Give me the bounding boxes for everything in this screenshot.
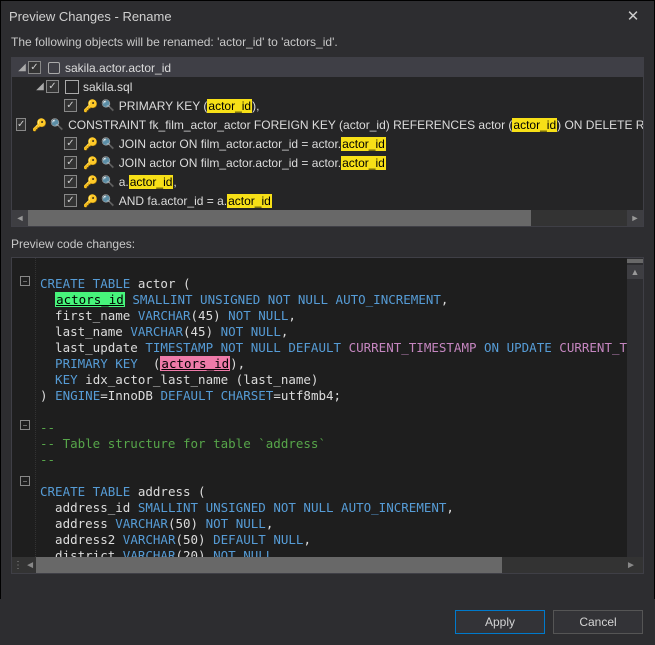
tree-text: JOIN actor ON film_actor.actor_id = acto… — [119, 156, 386, 170]
scroll-left-icon[interactable]: ◄ — [12, 210, 28, 226]
reference-icon: 🔑 — [32, 118, 46, 132]
magnifier-icon: 🔍 — [101, 99, 115, 112]
tree-text: a.actor_id, — [119, 175, 177, 189]
tree-text: AND fa.actor_id = a.actor_id — [119, 194, 272, 208]
reference-icon: 🔑 — [83, 175, 97, 189]
code-horizontal-scrollbar[interactable]: ⋮◄ ► — [12, 557, 643, 573]
button-bar: Apply Cancel — [0, 599, 655, 645]
checkbox[interactable]: ✓ — [46, 80, 59, 93]
tree-item[interactable]: ✓ 🔑 🔍 a.actor_id, — [12, 172, 643, 191]
preview-label: Preview code changes: — [1, 227, 654, 255]
tree-text: PRIMARY KEY (actor_id), — [119, 99, 260, 113]
tree-label: sakila.actor.actor_id — [65, 61, 171, 75]
magnifier-icon: 🔍 — [101, 137, 115, 150]
reference-icon: 🔑 — [83, 156, 97, 170]
chevron-down-icon[interactable]: ◢ — [34, 81, 46, 92]
tree-item[interactable]: ✓ 🔑 🔍 PRIMARY KEY (actor_id), — [12, 96, 643, 115]
tree-scroll[interactable]: ◢ ✓ sakila.actor.actor_id ◢ ✓ sakila.sql… — [12, 58, 643, 212]
scroll-right-icon[interactable]: ► — [627, 210, 643, 226]
tree-label: sakila.sql — [83, 80, 132, 94]
tree-item[interactable]: ✓ 🔑 🔍 JOIN actor ON film_actor.actor_id = a… — [12, 153, 643, 172]
column-icon — [47, 61, 61, 75]
code-editor[interactable]: CREATE TABLE actor ( actors_id SMALLINT … — [36, 258, 627, 573]
checkbox[interactable]: ✓ — [64, 156, 77, 169]
checkbox[interactable]: ✓ — [16, 118, 26, 131]
rename-message: The following objects will be renamed: '… — [1, 31, 654, 55]
checkbox[interactable]: ✓ — [28, 61, 41, 74]
split-handle-icon[interactable] — [627, 259, 643, 263]
tree-file[interactable]: ◢ ✓ sakila.sql — [12, 77, 643, 96]
reference-icon: 🔑 — [83, 99, 97, 113]
tree-item[interactable]: ✓ 🔑 🔍 AND fa.actor_id = a.actor_id — [12, 191, 643, 210]
titlebar: Preview Changes - Rename ✕ — [1, 1, 654, 31]
fold-icon[interactable]: − — [20, 420, 30, 430]
cancel-button[interactable]: Cancel — [553, 610, 643, 634]
magnifier-icon: 🔍 — [50, 118, 64, 131]
magnifier-icon: 🔍 — [101, 175, 115, 188]
fold-icon[interactable]: − — [20, 476, 30, 486]
changes-tree: ◢ ✓ sakila.actor.actor_id ◢ ✓ sakila.sql… — [11, 57, 644, 227]
close-icon[interactable]: ✕ — [620, 6, 646, 26]
code-vertical-scrollbar[interactable]: ▲ ▼ — [627, 258, 643, 573]
reference-icon: 🔑 — [83, 194, 97, 208]
tree-root[interactable]: ◢ ✓ sakila.actor.actor_id — [12, 58, 643, 77]
tree-text: JOIN actor ON film_actor.actor_id = acto… — [119, 137, 386, 151]
reference-icon: 🔑 — [83, 137, 97, 151]
fold-icon[interactable]: − — [20, 276, 30, 286]
scroll-up-icon[interactable]: ▲ — [627, 265, 643, 279]
checkbox[interactable]: ✓ — [64, 175, 77, 188]
checkbox[interactable]: ✓ — [64, 99, 77, 112]
tree-item[interactable]: ✓ 🔑 🔍 JOIN actor ON film_actor.actor_id = a… — [12, 134, 643, 153]
code-gutter: − − − — [12, 258, 36, 573]
checkbox[interactable]: ✓ — [64, 194, 77, 207]
magnifier-icon: 🔍 — [101, 194, 115, 207]
chevron-down-icon[interactable]: ◢ — [16, 62, 28, 73]
apply-button[interactable]: Apply — [455, 610, 545, 634]
scroll-right-icon[interactable]: ► — [619, 557, 643, 573]
split-handle-icon[interactable]: ⋮◄ — [12, 557, 36, 573]
code-preview: − − − CREATE TABLE actor ( actors_id SMA… — [11, 257, 644, 574]
tree-item[interactable]: ✓ 🔑 🔍 CONSTRAINT fk_film_actor_actor FOREIG… — [12, 115, 643, 134]
tree-horizontal-scrollbar[interactable]: ◄ ► — [12, 210, 643, 226]
checkbox[interactable]: ✓ — [64, 137, 77, 150]
tree-text: CONSTRAINT fk_film_actor_actor FOREIGN K… — [68, 118, 643, 132]
sql-file-icon — [65, 80, 79, 94]
dialog-title: Preview Changes - Rename — [9, 9, 620, 24]
magnifier-icon: 🔍 — [101, 156, 115, 169]
